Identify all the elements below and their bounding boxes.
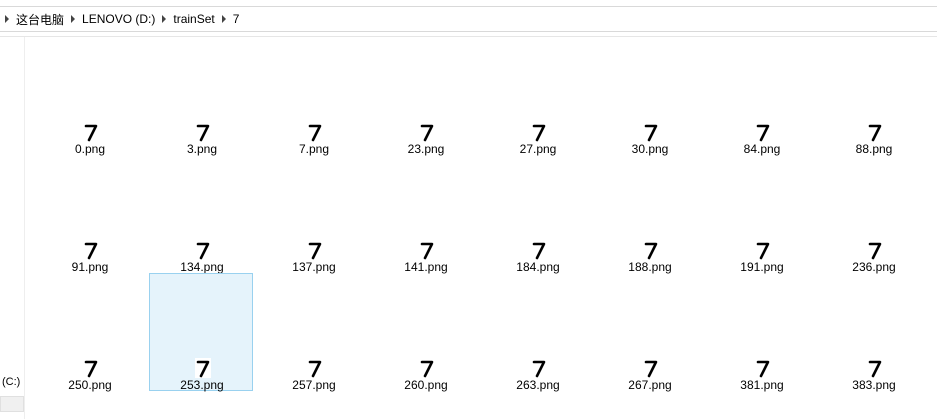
breadcrumb-item[interactable]: 7 [231, 12, 242, 26]
digit-seven-thumbnail-icon [83, 122, 99, 142]
drive-usage-bar [0, 396, 24, 412]
file-item[interactable]: 191.png [709, 155, 813, 274]
breadcrumb-item[interactable]: trainSet [171, 12, 216, 26]
digit-seven-thumbnail-icon [867, 240, 883, 260]
file-item[interactable]: 27.png [485, 37, 589, 156]
file-name: 23.png [407, 142, 445, 156]
file-name: 84.png [743, 142, 781, 156]
chevron-right-icon[interactable] [157, 15, 171, 23]
file-item[interactable]: 141.png [373, 155, 477, 274]
file-item[interactable]: 0.png [37, 37, 141, 156]
file-name: 236.png [852, 260, 896, 274]
breadcrumb-item[interactable]: LENOVO (D:) [80, 12, 157, 26]
file-name: 184.png [516, 260, 560, 274]
file-item[interactable]: 3.png [149, 37, 253, 156]
file-name: 191.png [740, 260, 784, 274]
file-name: 30.png [631, 142, 669, 156]
file-name: 0.png [74, 142, 106, 156]
breadcrumb-item[interactable]: 这台电脑 [14, 11, 66, 28]
digit-seven-thumbnail-icon [643, 358, 659, 378]
digit-seven-thumbnail-icon [195, 240, 211, 260]
digit-seven-thumbnail-icon [867, 122, 883, 142]
file-item[interactable]: 267.png [597, 273, 701, 392]
file-item[interactable]: 257.png [261, 273, 365, 392]
digit-seven-thumbnail-icon [531, 358, 547, 378]
file-item[interactable]: 260.png [373, 273, 477, 392]
file-item[interactable]: 134.png [149, 155, 253, 274]
digit-seven-thumbnail-icon [307, 122, 323, 142]
digit-seven-thumbnail-icon [419, 122, 435, 142]
digit-seven-thumbnail-icon [419, 358, 435, 378]
file-item[interactable]: 91.png [37, 155, 141, 274]
file-item[interactable]: 84.png [709, 37, 813, 156]
breadcrumb[interactable]: 这台电脑 LENOVO (D:) trainSet 7 [0, 6, 937, 32]
file-name: 141.png [404, 260, 448, 274]
digit-seven-thumbnail-icon [83, 358, 99, 378]
file-name: 91.png [71, 260, 109, 274]
file-name: 3.png [186, 142, 218, 156]
digit-seven-thumbnail-icon [307, 240, 323, 260]
digit-seven-thumbnail-icon [755, 122, 771, 142]
file-name: 27.png [519, 142, 557, 156]
file-name: 381.png [740, 378, 784, 392]
file-name: 260.png [404, 378, 448, 392]
digit-seven-thumbnail-icon [755, 240, 771, 260]
chevron-right-icon[interactable] [66, 15, 80, 23]
file-name: 253.png [180, 378, 224, 392]
digit-seven-thumbnail-icon [531, 240, 547, 260]
file-item[interactable]: 381.png [709, 273, 813, 392]
drive-c-label[interactable]: (C:) [2, 376, 20, 388]
file-name: 383.png [852, 378, 896, 392]
file-name: 137.png [292, 260, 336, 274]
file-name: 257.png [292, 378, 336, 392]
digit-seven-thumbnail-icon [755, 358, 771, 378]
digit-seven-thumbnail-icon [643, 122, 659, 142]
file-name: 134.png [180, 260, 224, 274]
file-name: 250.png [68, 378, 112, 392]
file-name: 267.png [628, 378, 672, 392]
file-item[interactable]: 253.png [149, 273, 253, 392]
file-item[interactable]: 263.png [485, 273, 589, 392]
digit-seven-thumbnail-icon [419, 240, 435, 260]
file-item[interactable]: 137.png [261, 155, 365, 274]
digit-seven-thumbnail-icon [195, 358, 211, 378]
digit-seven-thumbnail-icon [867, 358, 883, 378]
address-bar: 这台电脑 LENOVO (D:) trainSet 7 [0, 0, 937, 37]
file-name: 188.png [628, 260, 672, 274]
file-item[interactable]: 250.png [37, 273, 141, 392]
file-item[interactable]: 184.png [485, 155, 589, 274]
file-item[interactable]: 88.png [821, 37, 925, 156]
digit-seven-thumbnail-icon [531, 122, 547, 142]
file-item[interactable]: 23.png [373, 37, 477, 156]
file-item[interactable]: 30.png [597, 37, 701, 156]
file-item[interactable]: 383.png [821, 273, 925, 392]
file-name: 263.png [516, 378, 560, 392]
file-item[interactable]: 236.png [821, 155, 925, 274]
file-name: 7.png [298, 142, 330, 156]
digit-seven-thumbnail-icon [83, 240, 99, 260]
file-list[interactable]: 0.png 3.png 7.png 23.png 27.png 30.png 84.png 8… [25, 37, 937, 419]
file-item[interactable]: 188.png [597, 155, 701, 274]
digit-seven-thumbnail-icon [307, 358, 323, 378]
digit-seven-thumbnail-icon [643, 240, 659, 260]
chevron-right-icon[interactable] [217, 15, 231, 23]
navigation-pane[interactable]: (C:) [0, 37, 25, 419]
chevron-right-icon[interactable] [0, 15, 14, 23]
file-item[interactable]: 7.png [261, 37, 365, 156]
digit-seven-thumbnail-icon [195, 122, 211, 142]
file-name: 88.png [855, 142, 893, 156]
